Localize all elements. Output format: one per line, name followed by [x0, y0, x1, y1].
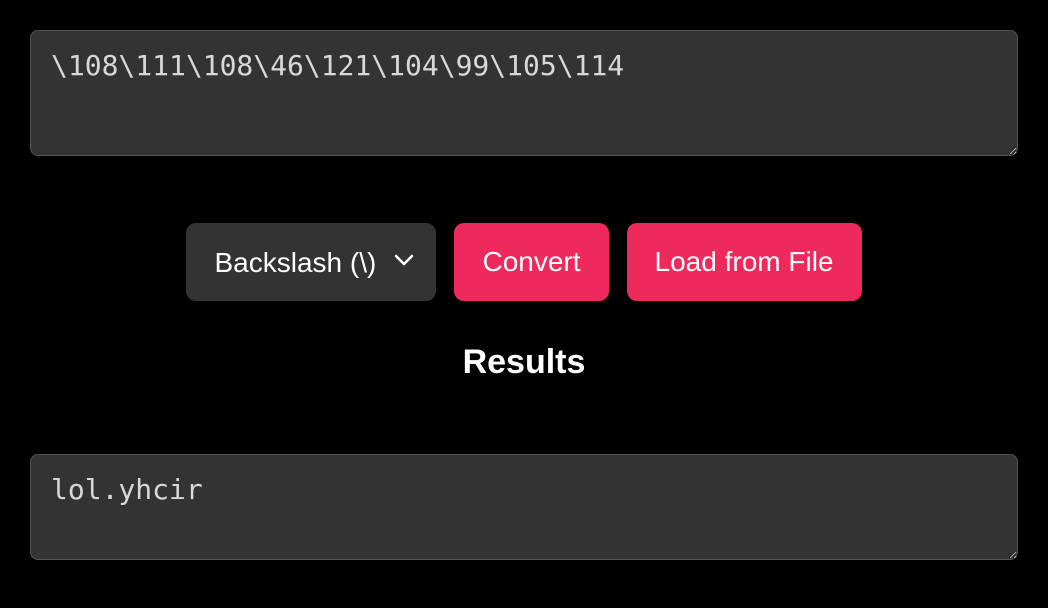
results-output[interactable]	[30, 454, 1018, 560]
controls-row: Backslash (\) Convert Load from File	[30, 223, 1018, 301]
format-select[interactable]: Backslash (\)	[186, 223, 436, 301]
format-select-wrap: Backslash (\)	[186, 223, 436, 301]
convert-button[interactable]: Convert	[454, 223, 608, 301]
ascii-input[interactable]	[30, 30, 1018, 156]
results-heading: Results	[30, 343, 1018, 382]
load-from-file-button[interactable]: Load from File	[627, 223, 862, 301]
